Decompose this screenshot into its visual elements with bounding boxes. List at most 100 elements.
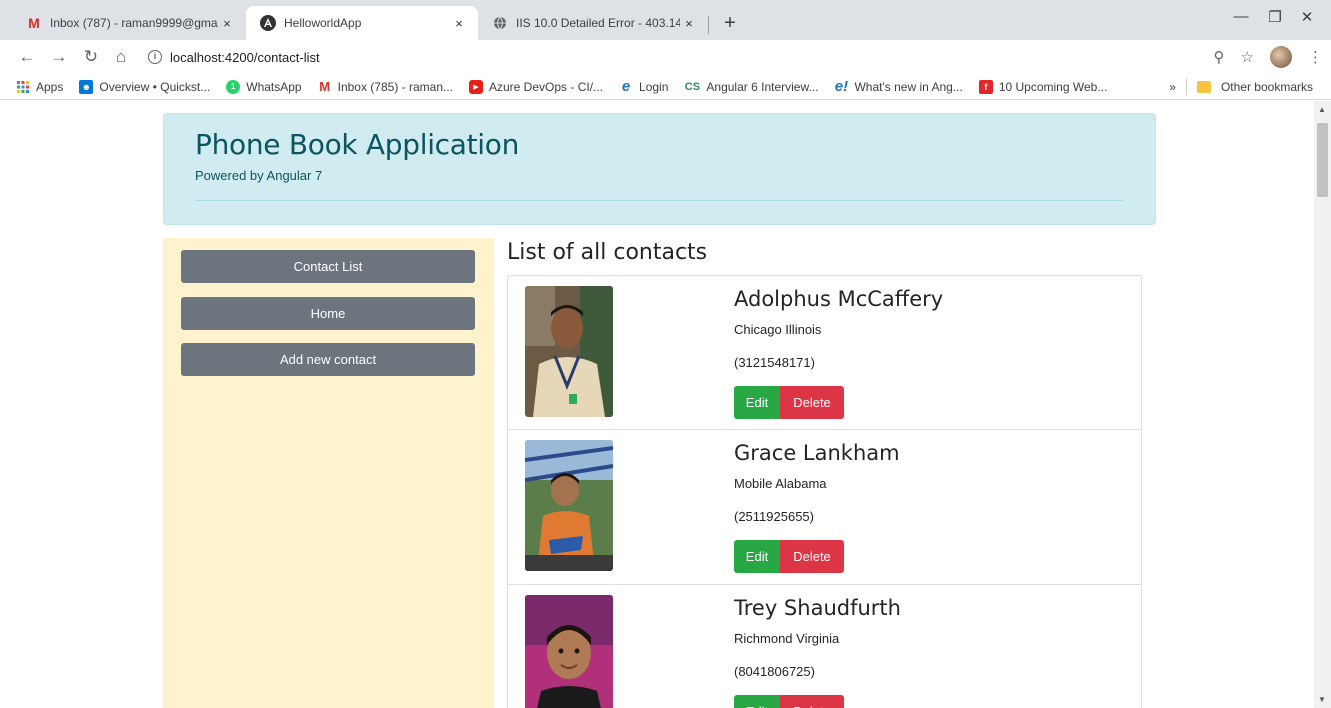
browser-toolbar: ← → ↻ ⌂ i localhost:4200/contact-list ⚲ … <box>0 40 1331 74</box>
bookmark-label: Login <box>639 79 669 94</box>
contact-list-button[interactable]: Contact List <box>181 250 475 283</box>
contact-phone: (8041806725) <box>734 664 815 679</box>
toolbar-actions: ⚲ ☆ ⋮ <box>1214 46 1323 68</box>
page-subtitle: Powered by Angular 7 <box>195 168 323 183</box>
bookmark-label: WhatsApp <box>246 79 302 94</box>
forward-arrow-icon[interactable]: → <box>48 46 70 68</box>
apps-grid-icon <box>16 80 30 94</box>
bookmarks-bar: Apps ☻ Overview • Quickst... 1 WhatsApp … <box>0 74 1331 100</box>
zoom-icon[interactable]: ⚲ <box>1214 48 1225 66</box>
ie-icon: e <box>621 78 631 95</box>
bookmark-whatsapp[interactable]: 1 WhatsApp <box>226 79 302 94</box>
bookmark-whats-new[interactable]: e! What's new in Ang... <box>834 78 963 95</box>
reload-icon[interactable]: ↻ <box>80 46 102 68</box>
delete-button[interactable]: Delete <box>780 386 844 419</box>
delete-button[interactable]: Delete <box>780 695 844 708</box>
scroll-thumb[interactable] <box>1317 123 1328 197</box>
flipboard-icon: f <box>978 79 993 94</box>
browser-tab-strip: M Inbox (787) - raman9999@gmail. × Hello… <box>0 0 1331 40</box>
page-scrollbar[interactable]: ▲ ▼ <box>1314 101 1331 708</box>
other-bookmarks[interactable]: Other bookmarks <box>1221 80 1313 94</box>
bookmark-label: Apps <box>36 79 64 94</box>
scroll-down-icon[interactable]: ▼ <box>1318 695 1326 704</box>
page-title: Phone Book Application <box>195 128 520 161</box>
contact-photo <box>525 595 613 708</box>
tab-label: IIS 10.0 Detailed Error - 403.14 - <box>516 16 680 30</box>
app-header: Phone Book Application Powered by Angula… <box>163 113 1156 225</box>
bookmark-label: Azure DevOps - CI/... <box>489 79 604 94</box>
header-divider <box>195 200 1124 201</box>
globe-icon <box>492 15 508 31</box>
contact-name: Adolphus McCaffery <box>734 287 944 311</box>
home-button[interactable]: Home <box>181 297 475 330</box>
bookmark-angular-interview[interactable]: CS Angular 6 Interview... <box>684 79 819 94</box>
back-arrow-icon[interactable]: ← <box>16 46 38 68</box>
contact-name: Grace Lankham <box>734 441 900 465</box>
tab-close-icon[interactable]: × <box>218 16 236 31</box>
bookmark-gmail-inbox[interactable]: M Inbox (785) - raman... <box>318 79 453 94</box>
bookmarks-right: » Other bookmarks <box>1169 79 1313 95</box>
contact-address: Richmond Virginia <box>734 631 840 646</box>
scroll-up-icon[interactable]: ▲ <box>1318 105 1326 114</box>
tab-separator <box>708 16 709 34</box>
contact-photo <box>525 286 613 417</box>
delete-button[interactable]: Delete <box>780 540 844 573</box>
whatsapp-icon: 1 <box>226 79 241 94</box>
contact-list: Adolphus McCaffery Chicago Illinois (312… <box>507 275 1142 708</box>
tab-label: HelloworldApp <box>284 16 362 30</box>
bookmarks-overflow-button[interactable]: » <box>1169 80 1176 94</box>
contact-card: Grace Lankham Mobile Alabama (2511925655… <box>507 430 1142 585</box>
add-new-contact-button[interactable]: Add new contact <box>181 343 475 376</box>
bookmark-label: Inbox (785) - raman... <box>337 79 453 94</box>
tab-gmail-inbox[interactable]: M Inbox (787) - raman9999@gmail. × <box>12 6 246 40</box>
contact-card: Adolphus McCaffery Chicago Illinois (312… <box>507 275 1142 430</box>
menu-kebab-icon[interactable]: ⋮ <box>1308 48 1323 66</box>
edit-button[interactable]: Edit <box>734 695 780 708</box>
bookmark-label: What's new in Ang... <box>854 79 963 94</box>
contact-card: Trey Shaudfurth Richmond Virginia (80418… <box>507 585 1142 708</box>
edit-button[interactable]: Edit <box>734 386 780 419</box>
contact-name: Trey Shaudfurth <box>734 596 901 620</box>
contacts-heading: List of all contacts <box>507 240 708 265</box>
contact-photo <box>525 440 613 571</box>
ie-icon: e! <box>834 78 849 95</box>
profile-avatar[interactable] <box>1270 46 1292 68</box>
devops-icon: ☻ <box>79 79 94 94</box>
bookmark-label: Angular 6 Interview... <box>706 79 819 94</box>
tab-iis-error[interactable]: IIS 10.0 Detailed Error - 403.14 - × <box>478 6 708 40</box>
contact-phone: (3121548171) <box>734 355 815 370</box>
gmail-icon: M <box>28 15 40 31</box>
contact-phone: (2511925655) <box>734 509 814 524</box>
bookmark-apps[interactable]: Apps <box>16 80 63 94</box>
bookmark-divider <box>1185 79 1187 95</box>
bookmark-login[interactable]: e Login <box>619 78 669 95</box>
address-bar[interactable]: i localhost:4200/contact-list <box>142 43 1322 71</box>
contact-address: Mobile Alabama <box>734 476 827 491</box>
gmail-icon: M <box>319 79 331 94</box>
bookmark-azure-devops[interactable]: ▶ Azure DevOps - CI/... <box>469 79 604 94</box>
bookmark-overview[interactable]: ☻ Overview • Quickst... <box>79 79 211 94</box>
tab-close-icon[interactable]: × <box>680 16 698 31</box>
bookmark-upcoming-web[interactable]: f 10 Upcoming Web... <box>978 79 1108 94</box>
tab-label: Inbox (787) - raman9999@gmail. <box>50 16 218 30</box>
window-close-icon[interactable]: ✕ <box>1292 8 1322 26</box>
address-url[interactable]: localhost:4200/contact-list <box>170 50 320 65</box>
cs-icon: CS <box>684 80 701 93</box>
tab-close-icon[interactable]: × <box>450 16 468 31</box>
youtube-icon: ▶ <box>469 79 483 94</box>
star-icon[interactable]: ☆ <box>1241 48 1254 66</box>
tab-helloworldapp[interactable]: HelloworldApp × <box>246 6 478 40</box>
sidebar: Contact List Home Add new contact <box>163 238 494 708</box>
contact-address: Chicago Illinois <box>734 322 822 337</box>
edit-button[interactable]: Edit <box>734 540 780 573</box>
home-icon[interactable]: ⌂ <box>110 46 132 68</box>
new-tab-button[interactable]: + <box>718 12 742 34</box>
angular-icon <box>260 15 276 31</box>
page-viewport: Phone Book Application Powered by Angula… <box>0 101 1331 708</box>
bookmark-label: Overview • Quickst... <box>99 79 211 94</box>
minimize-icon[interactable]: — <box>1226 8 1256 25</box>
restore-icon[interactable]: ❐ <box>1260 8 1290 26</box>
folder-icon <box>1196 81 1211 93</box>
bookmark-label: 10 Upcoming Web... <box>998 79 1108 94</box>
info-icon[interactable]: i <box>148 50 162 64</box>
